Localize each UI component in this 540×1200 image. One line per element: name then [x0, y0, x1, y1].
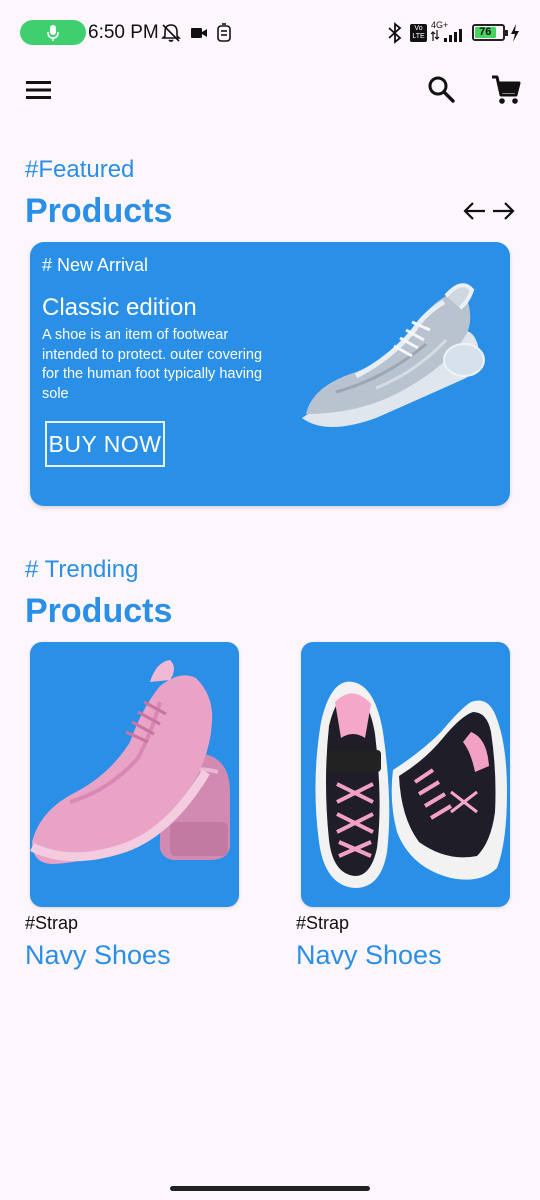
featured-tag: #Featured: [25, 156, 135, 183]
featured-product-card[interactable]: # New Arrival Classic edition A shoe is …: [30, 242, 510, 506]
home-indicator[interactable]: [170, 1186, 370, 1191]
bluetooth-icon: [388, 22, 402, 44]
product-card-image[interactable]: [30, 642, 239, 907]
product-name[interactable]: Navy Shoes: [296, 940, 442, 971]
pink-sneaker-image: [30, 660, 230, 864]
charging-icon: [511, 24, 519, 42]
status-time: 6:50 PM: [88, 22, 159, 43]
alarm-off-icon: [161, 24, 181, 42]
search-icon[interactable]: [426, 74, 456, 104]
video-icon: [191, 28, 207, 38]
arrow-right-icon[interactable]: [490, 198, 516, 224]
featured-card-tag: # New Arrival: [42, 255, 149, 275]
trending-title: Products: [25, 592, 173, 630]
product-card-image[interactable]: [301, 642, 510, 907]
signal-icon: [431, 29, 462, 42]
featured-card-description: A shoe is an item of footwear intended t…: [42, 327, 263, 402]
buy-now-button[interactable]: BUY NOW: [45, 421, 165, 467]
mic-indicator[interactable]: [20, 20, 86, 45]
product-category: #Strap: [296, 913, 350, 933]
product-name[interactable]: Navy Shoes: [25, 940, 171, 971]
volte-icon: Vo LTE: [410, 24, 427, 42]
mic-icon: [47, 24, 59, 41]
product-category: #Strap: [25, 913, 79, 933]
cart-icon[interactable]: [490, 74, 522, 106]
trending-tag: # Trending: [25, 556, 139, 583]
arrow-left-icon[interactable]: [462, 198, 488, 224]
sneaker-image: [302, 283, 485, 427]
battery-level: 76: [475, 27, 496, 38]
featured-title: Products: [25, 192, 173, 230]
featured-card-title: Classic edition: [42, 294, 197, 321]
menu-icon[interactable]: [24, 78, 54, 102]
data-saver-icon: [217, 23, 231, 42]
status-bar: 6:50 PM Vo LTE 4G+ 76: [0, 0, 540, 64]
battery-icon: 76: [472, 24, 508, 41]
kids-sneakers-image: [315, 681, 507, 888]
